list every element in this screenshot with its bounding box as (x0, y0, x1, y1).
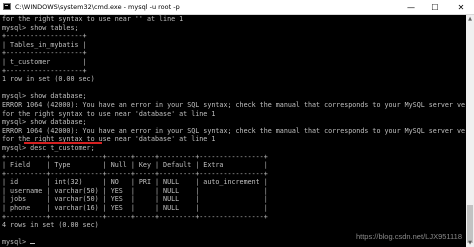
console-line: +----------+-------------+------+-----+-… (2, 152, 268, 161)
text-cursor (30, 242, 36, 245)
console-line: ERROR 1064 (42000): You have an error in… (2, 100, 466, 109)
minimize-button[interactable]: — (400, 0, 422, 14)
cmd-icon (3, 3, 11, 10)
console-line: mysql> desc t_customer; (2, 143, 95, 152)
console-line: | jobs | varchar(50) | YES | | NULL | | (2, 195, 268, 204)
console-line: +-------------------+ (2, 66, 87, 75)
console-line: | phone | varchar(16) | YES | | NULL | | (2, 204, 268, 213)
cmd-window: C:\WINDOWS\system32\cmd.exe - mysql -u r… (0, 0, 474, 247)
console-line: 1 row in set (0.00 sec) (2, 75, 95, 84)
console-line: mysql> show database; (2, 118, 87, 127)
vertical-scrollbar[interactable]: ▲ ▼ (466, 15, 474, 247)
console-line: mysql> show database; (2, 92, 87, 101)
console-line: +----------+-------------+------+-----+-… (2, 212, 268, 221)
annotation-underline (24, 142, 102, 144)
console-line: +----------+-------------+------+-----+-… (2, 169, 268, 178)
console-line: for the right syntax to use near '' at l… (2, 15, 184, 23)
scroll-down-arrow-icon[interactable]: ▼ (466, 239, 474, 247)
close-button[interactable]: ✕ (450, 0, 472, 14)
console-line: | username | varchar(50) | YES | | NULL … (2, 186, 268, 195)
window-title: C:\WINDOWS\system32\cmd.exe - mysql -u r… (15, 3, 180, 11)
console-line: for the right syntax to use near 'databa… (2, 109, 216, 118)
scrollbar-thumb[interactable] (467, 205, 473, 243)
console-line: | t_customer | (2, 57, 87, 66)
console-line: | Field | Type | Null | Key | Default | … (2, 161, 268, 170)
console-line: ERROR 1064 (42000): You have an error in… (2, 126, 466, 135)
scroll-up-arrow-icon[interactable]: ▲ (466, 15, 474, 23)
console-line: 4 rows in set (0.00 sec) (2, 221, 99, 230)
console-line: mysql> show tables; (2, 23, 79, 32)
console-line: | Tables_in_mybatis | (2, 40, 87, 49)
console-output[interactable]: for the right syntax to use near '' at l… (0, 15, 466, 247)
console-line: | id | int(32) | NO | PRI | NULL | auto_… (2, 178, 268, 187)
title-bar[interactable]: C:\WINDOWS\system32\cmd.exe - mysql -u r… (0, 0, 474, 15)
console-line: +-------------------+ (2, 32, 87, 41)
maximize-button[interactable]: ☐ (424, 0, 446, 14)
console-line: +-------------------+ (2, 49, 87, 58)
watermark: https://blog.csdn.net/LJX951118 (355, 232, 462, 241)
